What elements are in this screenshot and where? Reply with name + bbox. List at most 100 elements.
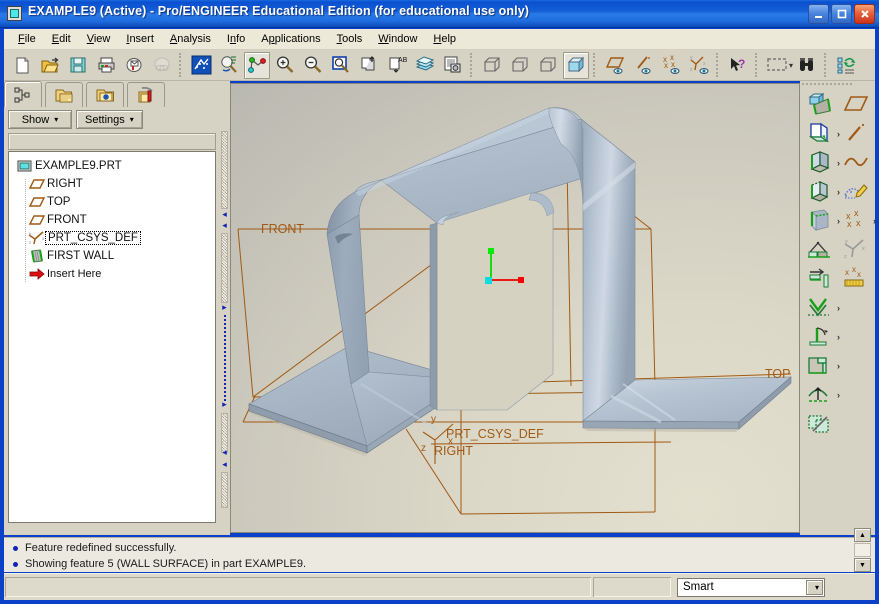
message-scrollbar[interactable]: ▲ ▼ [854, 528, 871, 572]
collapse-left-arrow-icon[interactable]: ◂ [221, 211, 228, 220]
form-icon[interactable]: › [804, 292, 836, 321]
datum-axes-icon[interactable] [244, 52, 270, 79]
datum-plane-display-icon[interactable] [602, 52, 628, 79]
menu-edit[interactable]: Edit [44, 30, 79, 49]
help-pointer-icon[interactable]: ? [725, 52, 751, 79]
analysis-feature-icon[interactable]: x x x [840, 263, 872, 292]
chevron-right-icon[interactable]: › [837, 332, 840, 342]
settings-menu-button[interactable]: Settings ▾ [76, 110, 143, 129]
flat-pattern-icon[interactable] [804, 263, 836, 292]
extruded-wall-icon[interactable]: › [804, 147, 836, 176]
show-menu-button[interactable]: Show ▾ [8, 110, 72, 129]
datum-axis-icon[interactable] [840, 118, 872, 147]
menu-tools[interactable]: Tools [329, 30, 371, 49]
refit-icon[interactable] [328, 52, 354, 79]
tree-row[interactable]: EXAMPLE9.PRT [9, 157, 215, 175]
scroll-down-button[interactable]: ▼ [854, 558, 871, 572]
bend-icon[interactable] [804, 234, 836, 263]
chevron-right-icon[interactable]: › [837, 361, 840, 371]
scroll-up-button[interactable]: ▲ [854, 528, 871, 542]
chevron-down-icon[interactable]: ▾ [789, 61, 793, 70]
email-icon[interactable] [121, 52, 147, 79]
selection-filter-combobox[interactable]: Smart ▾ [677, 578, 825, 597]
chevron-right-icon[interactable]: › [873, 216, 876, 226]
menu-window[interactable]: Window [370, 30, 425, 49]
tree-row[interactable]: RIGHT [9, 175, 215, 193]
view-manager-icon[interactable] [440, 52, 466, 79]
menu-help[interactable]: Help [425, 30, 464, 49]
datum-point-display-icon[interactable]: x x x x [658, 52, 684, 79]
layers-icon[interactable] [412, 52, 438, 79]
notch-punch-icon[interactable]: › [804, 350, 836, 379]
chevron-right-icon[interactable]: › [837, 390, 840, 400]
expand-right-arrow-icon[interactable]: ▸ [221, 401, 228, 410]
open-file-icon[interactable] [37, 52, 63, 79]
tree-row[interactable]: Insert Here [9, 265, 215, 283]
find-icon[interactable] [794, 52, 820, 79]
bend-back-icon[interactable]: › [804, 321, 836, 350]
zoom-in-icon[interactable] [272, 52, 298, 79]
datum-csys-display-icon[interactable]: y x z [686, 52, 712, 79]
flat-sketched-wall-icon[interactable]: › [804, 176, 836, 205]
model-viewport[interactable]: FRONT TOP PRT_CSYS_DEF RIGHT y x z [231, 84, 799, 532]
collapse-left-arrow-icon[interactable]: ◂ [221, 449, 228, 458]
sheetmetal-wall-icon[interactable] [804, 89, 836, 118]
wireframe-icon[interactable] [479, 52, 505, 79]
panel-splitter[interactable]: ◂ ◂ ▸ ▸ ◂ ◂ [220, 81, 230, 535]
datum-curve-icon[interactable] [840, 147, 872, 176]
splitter-grip[interactable] [221, 413, 228, 453]
model-tree-tab[interactable] [4, 81, 42, 107]
new-file-icon[interactable] [9, 52, 35, 79]
tree-row[interactable]: y x z PRT_CSYS_DEF [9, 229, 215, 247]
menu-insert[interactable]: Insert [118, 30, 162, 49]
menu-view[interactable]: View [79, 30, 119, 49]
minimize-button[interactable] [808, 4, 829, 24]
menu-file[interactable]: File [10, 30, 44, 49]
merge-walls-icon[interactable] [804, 408, 836, 437]
regenerate-icon[interactable] [833, 52, 859, 79]
sketch-icon[interactable] [840, 176, 872, 205]
chevron-right-icon[interactable]: › [837, 303, 840, 313]
folder-browser-tab[interactable] [45, 82, 83, 107]
spin-center-icon[interactable] [216, 52, 242, 79]
splitter-grip[interactable] [221, 472, 228, 508]
splitter-grip[interactable] [221, 233, 228, 303]
flat-wall-icon[interactable]: › [804, 118, 836, 147]
maximize-button[interactable] [831, 4, 852, 24]
menu-info[interactable]: Info [219, 30, 253, 49]
repaint-icon[interactable] [188, 52, 214, 79]
tree-row[interactable]: TOP [9, 193, 215, 211]
scroll-track[interactable] [854, 543, 871, 557]
hidden-line-icon[interactable] [507, 52, 533, 79]
datum-csys-icon[interactable]: y x z [840, 234, 872, 263]
layer-copy-icon[interactable] [356, 52, 382, 79]
zoom-out-icon[interactable] [300, 52, 326, 79]
graphics-window[interactable]: FRONT TOP PRT_CSYS_DEF RIGHT y x z [230, 83, 800, 533]
favorites-tab[interactable] [86, 82, 124, 107]
datum-point-icon[interactable]: x x x x › [840, 205, 872, 234]
save-icon[interactable] [65, 52, 91, 79]
selection-filter-icon[interactable] [764, 52, 790, 79]
collapse-left-arrow-icon[interactable]: ◂ [221, 461, 228, 470]
unattached-wall-icon[interactable]: › [804, 205, 836, 234]
rip-icon[interactable]: › [804, 379, 836, 408]
connections-tab[interactable] [127, 82, 165, 107]
no-hidden-icon[interactable] [535, 52, 561, 79]
tree-row[interactable]: FIRST WALL [9, 247, 215, 265]
tree-row[interactable]: FRONT [9, 211, 215, 229]
chevron-down-icon[interactable]: ▾ [806, 580, 823, 595]
splitter-grip[interactable] [221, 131, 228, 209]
toolbar-separator [470, 53, 475, 77]
datum-plane-icon[interactable] [840, 89, 872, 118]
close-button[interactable] [854, 4, 875, 24]
collapse-left-arrow-icon[interactable] [221, 371, 228, 380]
model-tree-list[interactable]: EXAMPLE9.PRT RIGHT TOP [8, 151, 216, 523]
print-icon[interactable] [93, 52, 119, 79]
menu-analysis[interactable]: Analysis [162, 30, 219, 49]
collapse-left-arrow-icon[interactable]: ◂ [221, 222, 228, 231]
menu-applications[interactable]: Applications [253, 30, 328, 49]
shading-icon[interactable] [563, 52, 589, 79]
annotation-ab-icon[interactable]: AB [384, 52, 410, 79]
expand-right-arrow-icon[interactable]: ▸ [221, 304, 228, 313]
datum-axis-display-icon[interactable] [630, 52, 656, 79]
